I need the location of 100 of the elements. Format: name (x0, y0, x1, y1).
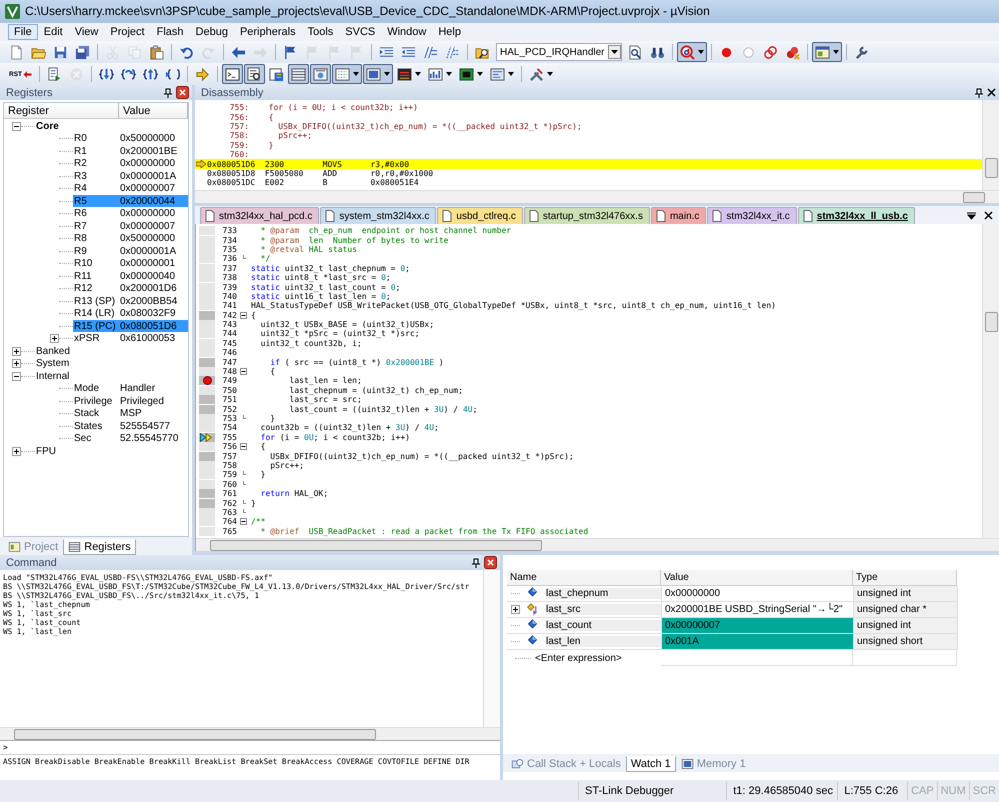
fold-collapse-icon[interactable] (240, 518, 247, 526)
menu-item[interactable]: Help (432, 24, 467, 40)
editor-tab[interactable]: stm32l4xx_it.c (707, 207, 797, 224)
enter-expression-field[interactable]: <Enter expression> (535, 652, 622, 664)
column-header[interactable]: Register (4, 103, 119, 119)
expander-icon[interactable] (12, 446, 21, 456)
register-name[interactable]: R11 (73, 270, 92, 282)
register-name[interactable]: R15 (PC) (73, 320, 116, 332)
vertical-scrollbar[interactable] (982, 100, 999, 190)
register-name[interactable]: R1 (73, 146, 87, 157)
menu-item[interactable]: Project (104, 24, 151, 40)
pin-icon[interactable] (472, 558, 480, 568)
toolbar-button[interactable] (332, 64, 362, 84)
register-name[interactable]: Mode (73, 383, 100, 394)
function-combo-box[interactable]: HAL_PCD_IRQHandler (496, 43, 622, 61)
watch-name[interactable]: last_count (546, 620, 661, 631)
horizontal-scrollbar[interactable] (196, 538, 999, 551)
register-name[interactable]: R9 (73, 246, 87, 257)
menu-item[interactable]: Debug (190, 24, 234, 40)
close-icon[interactable] (984, 211, 993, 220)
register-value: 0x080032F9 (120, 308, 176, 320)
expander-icon[interactable] (12, 346, 21, 356)
floppy-disks-icon (75, 44, 90, 60)
register-value: 0x00000007 (120, 183, 176, 194)
column-header[interactable]: Type (853, 570, 957, 586)
register-name[interactable]: xPSR (73, 333, 100, 344)
register-name[interactable]: R6 (73, 208, 87, 220)
register-name[interactable]: R14 (LR) (73, 308, 115, 320)
timer-status: t1: 29.46585040 sec (726, 782, 838, 800)
fold-collapse-icon[interactable] (240, 312, 247, 319)
register-name[interactable]: R3 (73, 170, 87, 182)
horizontal-scrollbar[interactable] (0, 727, 500, 740)
register-name[interactable]: Sec (73, 433, 92, 444)
editor-tab[interactable]: stm32l4xx_ll_usb.c (798, 207, 915, 224)
register-name[interactable]: R4 (73, 183, 87, 194)
menu-item[interactable]: SVCS (339, 24, 382, 40)
column-header[interactable]: Name (507, 570, 661, 586)
register-name[interactable]: R12 (73, 283, 92, 294)
watch-value[interactable]: 0x00000000 (662, 586, 854, 602)
close-icon[interactable] (484, 556, 497, 569)
code-line: { (260, 442, 266, 452)
register-name[interactable]: R10 (73, 258, 92, 270)
register-name[interactable]: Internal (35, 370, 70, 382)
toolbar-button[interactable] (677, 42, 707, 62)
toolbar-button[interactable] (222, 64, 243, 84)
dropdown-caret-icon[interactable] (608, 45, 621, 59)
register-name[interactable]: Core (35, 120, 59, 132)
toolbar-button[interactable] (288, 64, 309, 84)
register-name[interactable]: R0 (73, 133, 87, 144)
register-name[interactable]: States (73, 420, 102, 432)
register-name[interactable]: Banked (35, 346, 70, 357)
menu-item[interactable]: Tools (302, 24, 340, 40)
close-icon[interactable] (987, 88, 996, 97)
expander-icon[interactable] (50, 334, 59, 344)
editor-tab[interactable]: main.c (650, 207, 706, 224)
register-name[interactable]: Privilege (73, 396, 112, 407)
editor-tab[interactable]: stm32l4xx_hal_pcd.c (200, 207, 320, 224)
horizontal-scrollbar[interactable] (195, 190, 999, 203)
menu-item[interactable]: Peripherals (234, 24, 302, 40)
column-header[interactable]: Value (119, 103, 188, 119)
toolbar-button[interactable] (812, 42, 842, 62)
register-name[interactable]: System (35, 358, 70, 370)
fold-collapse-icon[interactable] (240, 443, 247, 450)
register-name[interactable]: R2 (73, 158, 87, 170)
toolbar-button[interactable] (363, 64, 393, 84)
menu-item[interactable]: View (68, 24, 104, 40)
menu-item[interactable]: Edit (38, 24, 69, 40)
toolbar-button[interactable] (310, 64, 331, 84)
vertical-scrollbar[interactable] (982, 224, 999, 538)
menu-item[interactable]: File (8, 24, 38, 40)
register-name[interactable]: R7 (73, 220, 87, 232)
vertical-scrollbar[interactable] (483, 570, 500, 727)
menu-item[interactable]: Flash (150, 24, 190, 40)
watch-name[interactable]: last_chepnum (546, 588, 661, 599)
panel-tab[interactable]: Watch 1 (626, 756, 676, 772)
expander-icon[interactable] (12, 372, 21, 381)
expander-icon[interactable] (12, 122, 21, 131)
watch-value[interactable]: 0x001A (662, 634, 854, 650)
watch-name[interactable]: last_src (546, 604, 661, 615)
register-name[interactable]: R13 (SP) (73, 296, 116, 307)
register-name[interactable]: Stack (73, 408, 100, 420)
close-icon[interactable] (176, 86, 189, 99)
editor-tab[interactable]: usbd_ctlreq.c (437, 207, 523, 224)
watch-value[interactable]: 0x00000007 (662, 618, 854, 634)
menu-item[interactable]: Window (381, 24, 432, 40)
fold-collapse-icon[interactable] (240, 368, 247, 376)
pin-icon[interactable] (164, 88, 172, 98)
expander-icon[interactable] (12, 359, 21, 368)
expander-icon[interactable] (511, 605, 520, 614)
watch-name[interactable]: last_len (546, 636, 661, 647)
register-name[interactable]: R8 (73, 233, 87, 244)
register-name[interactable]: FPU (35, 446, 56, 457)
panel-tab[interactable]: Registers (63, 539, 136, 555)
toolbar-button[interactable] (244, 64, 265, 84)
register-name[interactable]: R5 (73, 196, 87, 207)
editor-tab[interactable]: system_stm32l4xx.c (320, 207, 436, 224)
column-header[interactable]: Value (661, 570, 853, 586)
pin-icon[interactable] (975, 88, 983, 98)
dropdown-icon[interactable] (967, 211, 976, 220)
editor-tab[interactable]: startup_stm32l476xx.s (524, 207, 650, 224)
